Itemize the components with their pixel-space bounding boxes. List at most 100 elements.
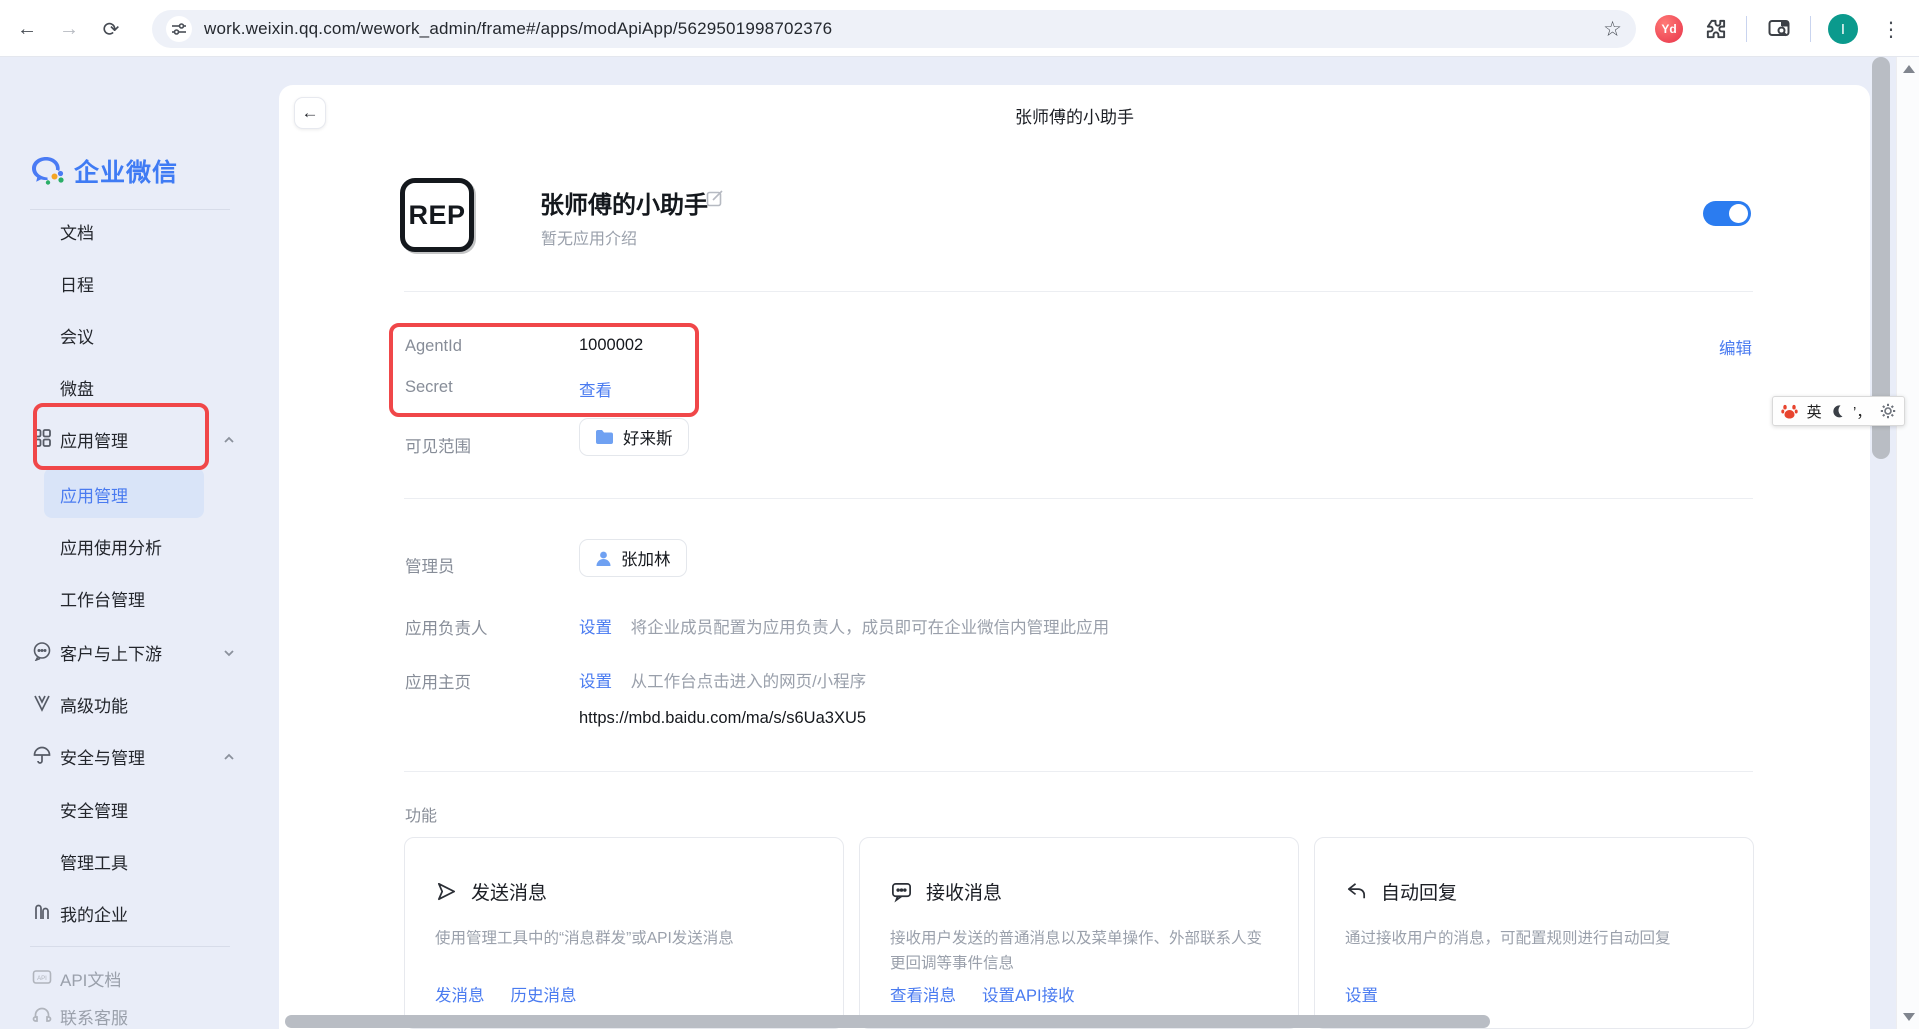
ime-toolbar[interactable]: 英 ’，	[1772, 396, 1905, 426]
sidebar-item-schedule[interactable]: 日程	[60, 271, 94, 296]
baidu-ime-icon	[1781, 404, 1798, 419]
security-umbrella-icon	[32, 745, 52, 765]
support-headset-icon	[32, 1005, 52, 1025]
owner-set-link[interactable]: 设置	[579, 619, 612, 637]
my-company-icon	[32, 902, 52, 922]
send-message-link[interactable]: 发消息	[435, 982, 485, 1006]
page-horizontal-scrollbar-thumb[interactable]	[285, 1015, 1490, 1028]
sidebar-item-workbench[interactable]: 工作台管理	[60, 586, 145, 611]
wecom-logo[interactable]: 企业微信	[30, 153, 178, 189]
bookmark-star-icon[interactable]: ☆	[1603, 17, 1622, 42]
sidebar-item-advanced[interactable]: 高级功能	[60, 692, 128, 717]
profile-avatar[interactable]: I	[1826, 12, 1860, 46]
svg-text:API: API	[37, 976, 47, 982]
scroll-up-arrow[interactable]	[1903, 65, 1915, 73]
sidebar-item-security[interactable]: 安全与管理	[60, 744, 145, 769]
feature-title: 自动回复	[1381, 878, 1457, 905]
side-panel-search-icon[interactable]	[1762, 12, 1796, 46]
app-management-grid-icon	[32, 428, 52, 448]
sidebar-divider-top	[30, 209, 230, 210]
browser-toolbar: ← → ⟳ work.weixin.qq.com/wework_admin/fr…	[0, 0, 1919, 57]
sidebar-item-security-mgmt[interactable]: 安全管理	[60, 797, 128, 822]
chevron-up-icon[interactable]	[222, 433, 236, 447]
view-message-link[interactable]: 查看消息	[890, 982, 956, 1006]
chevron-down-icon[interactable]	[222, 646, 236, 660]
feature-title: 接收消息	[926, 878, 1002, 905]
app-intro: 暂无应用介绍	[541, 225, 637, 249]
browser-forward-button[interactable]: →	[52, 12, 86, 46]
feature-desc: 接收用户发送的普通消息以及菜单操作、外部联系人变更回调等事件信息	[890, 927, 1268, 977]
features-section-label: 功能	[405, 802, 437, 826]
app-name: 张师傅的小助手	[540, 185, 708, 220]
page-title: 张师傅的小助手	[279, 103, 1870, 128]
advanced-features-icon	[32, 693, 52, 713]
sidebar-item-customers[interactable]: 客户与上下游	[60, 640, 162, 665]
home-desc: 从工作台点击进入的网页/小程序	[631, 673, 867, 691]
home-set-link[interactable]: 设置	[579, 673, 612, 691]
home-row: 设置 从工作台点击进入的网页/小程序	[579, 668, 866, 692]
ime-lang-mode[interactable]: 英	[1807, 401, 1822, 422]
feature-card-autoreply: 自动回复 通过接收用户的消息，可配置规则进行自动回复 设置	[1314, 837, 1754, 1029]
sidebar-item-drive[interactable]: 微盘	[60, 375, 94, 400]
browser-back-button[interactable]: ←	[10, 12, 44, 46]
chevron-up-icon-2[interactable]	[222, 750, 236, 764]
customers-bubble-icon	[32, 641, 52, 661]
main-content-card: ← 张师傅的小助手 REP 张师傅的小助手 暂无应用介绍 AgentId 100…	[279, 85, 1870, 1029]
sidebar-item-meeting[interactable]: 会议	[60, 323, 94, 348]
scroll-down-arrow[interactable]	[1903, 1013, 1915, 1021]
sidebar-item-app-management[interactable]: 应用管理	[60, 427, 128, 452]
browser-vertical-scrollbar[interactable]	[1896, 57, 1919, 1029]
admin-chip[interactable]: 张加林	[579, 539, 687, 577]
auto-reply-icon	[1345, 880, 1368, 903]
toolbar-divider-2	[1810, 16, 1811, 42]
sidebar-item-docs[interactable]: 文档	[60, 219, 94, 244]
person-icon	[595, 550, 612, 567]
feature-desc: 通过接收用户的消息，可配置规则进行自动回复	[1345, 927, 1723, 952]
youdao-extension-icon[interactable]: Yd	[1652, 12, 1686, 46]
sidebar-item-app-analytics[interactable]: 应用使用分析	[60, 534, 162, 559]
sidebar-item-admin-tools[interactable]: 管理工具	[60, 849, 128, 874]
sidebar-item-app-management-sub[interactable]: 应用管理	[60, 482, 128, 507]
url-text[interactable]: work.weixin.qq.com/wework_admin/frame#/a…	[204, 19, 1603, 39]
set-api-receive-link[interactable]: 设置API接收	[982, 982, 1075, 1006]
toggle-knob	[1729, 204, 1748, 223]
ime-punctuation-mode[interactable]: ’，	[1853, 401, 1871, 422]
feature-title: 发送消息	[471, 878, 547, 905]
visible-range-label: 可见范围	[405, 433, 471, 457]
address-bar[interactable]: work.weixin.qq.com/wework_admin/frame#/a…	[152, 10, 1636, 48]
agentid-value: 1000002	[579, 336, 643, 355]
edit-name-icon[interactable]	[705, 188, 725, 208]
divider-3	[404, 771, 1753, 772]
toolbar-divider	[1746, 16, 1747, 42]
app-enabled-toggle[interactable]	[1703, 201, 1751, 226]
site-settings-icon[interactable]	[166, 16, 192, 42]
edit-link[interactable]: 编辑	[1719, 335, 1752, 359]
receive-message-icon	[890, 880, 913, 903]
sidebar-item-api-docs[interactable]: API文档	[60, 966, 121, 991]
divider-2	[404, 498, 1753, 499]
ime-settings-gear-icon[interactable]	[1880, 403, 1896, 419]
sidebar-item-my-company[interactable]: 我的企业	[60, 901, 128, 926]
browser-menu-icon[interactable]: ⋮	[1874, 12, 1908, 46]
home-label: 应用主页	[405, 669, 471, 693]
history-message-link[interactable]: 历史消息	[511, 982, 577, 1006]
brand-name: 企业微信	[74, 153, 178, 189]
sidebar-item-contact-support[interactable]: 联系客服	[60, 1004, 128, 1029]
ime-moon-icon	[1830, 404, 1844, 418]
admin-label: 管理员	[405, 553, 455, 577]
sidebar-divider-bottom	[30, 946, 230, 947]
api-docs-icon: API	[32, 967, 52, 987]
send-message-icon	[435, 880, 458, 903]
owner-row: 设置 将企业成员配置为应用负责人，成员即可在企业微信内管理此应用	[579, 614, 1109, 638]
secret-view-link[interactable]: 查看	[579, 377, 612, 401]
divider	[404, 291, 1753, 292]
app-logo: REP	[400, 178, 474, 252]
admin-value: 张加林	[621, 546, 671, 570]
wecom-logo-icon	[30, 155, 66, 187]
autoreply-set-link[interactable]: 设置	[1345, 982, 1378, 1006]
sidebar: 企业微信 文档 日程 会议 微盘 应用管理 应用管理 应用使用分析 工作台管理 …	[0, 57, 262, 1029]
visible-range-chip[interactable]: 好来斯	[579, 418, 689, 456]
extensions-icon[interactable]	[1698, 12, 1732, 46]
browser-reload-button[interactable]: ⟳	[94, 12, 128, 46]
secret-label: Secret	[405, 378, 453, 397]
